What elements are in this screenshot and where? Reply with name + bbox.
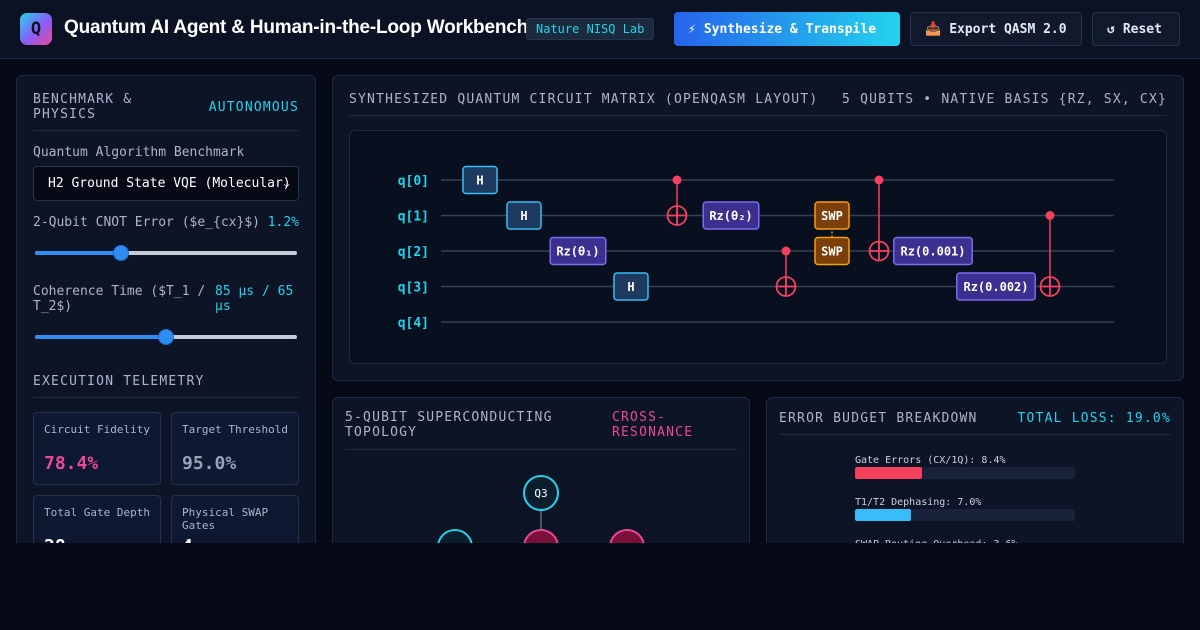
card-label: Total Gate Depth bbox=[44, 506, 150, 519]
slider-fill bbox=[35, 251, 122, 255]
coherence-label: Coherence Time ($T_1 / T_2$) bbox=[33, 284, 206, 314]
topology-panel: 5-QUBIT SUPERCONDUCTING TOPOLOGY CROSS-R… bbox=[332, 397, 750, 560]
cnot-control-dot bbox=[874, 175, 884, 185]
bottom-fill bbox=[0, 543, 1200, 630]
divider bbox=[33, 397, 299, 398]
cnot-control-dot bbox=[1045, 211, 1055, 220]
swap-gate-label: SWP bbox=[821, 245, 843, 259]
reset-label: Reset bbox=[1122, 21, 1162, 37]
error-bar-track bbox=[855, 509, 1075, 521]
circuit-title: SYNTHESIZED QUANTUM CIRCUIT MATRIX (OPEN… bbox=[349, 92, 819, 107]
download-tray-icon: 📥 bbox=[925, 21, 942, 37]
coherence-value: 85 μs / 65 μs bbox=[215, 284, 294, 314]
circuit-panel: SYNTHESIZED QUANTUM CIRCUIT MATRIX (OPEN… bbox=[332, 75, 1184, 381]
swap-gate-label: SWP bbox=[821, 209, 843, 223]
benchmark-section-title: BENCHMARK & PHYSICS bbox=[33, 92, 133, 122]
telemetry-section-title: EXECUTION TELEMETRY bbox=[33, 374, 205, 389]
rz-gate-label: Rz(θ₁) bbox=[556, 245, 599, 259]
card-value: 95.0% bbox=[182, 453, 237, 474]
reset-icon: ↺ bbox=[1107, 21, 1115, 37]
h-gate-label: H bbox=[627, 280, 634, 294]
rz-gate-label: Rz(0.001) bbox=[900, 245, 965, 259]
synthesize-label: Synthesize & Transpile bbox=[703, 21, 877, 37]
divider bbox=[33, 130, 299, 131]
error-budget-panel: ERROR BUDGET BREAKDOWN TOTAL LOSS: 19.0%… bbox=[766, 397, 1184, 563]
h-gate-label: H bbox=[520, 209, 527, 223]
app-logo: Q bbox=[20, 13, 52, 45]
qubit-label: q[0] bbox=[398, 174, 429, 189]
cnot-control-dot bbox=[672, 175, 682, 185]
topology-title: 5-QUBIT SUPERCONDUCTING TOPOLOGY bbox=[345, 410, 553, 440]
app-header: Q Quantum AI Agent & Human-in-the-Loop W… bbox=[0, 0, 1200, 59]
lab-badge: Nature NISQ Lab bbox=[526, 18, 655, 40]
coherence-slider[interactable] bbox=[35, 329, 297, 345]
algorithm-label: Quantum Algorithm Benchmark bbox=[33, 145, 245, 160]
cnot-error-value: 1.2% bbox=[267, 215, 299, 230]
qubit-label: q[1] bbox=[398, 210, 429, 225]
export-label: Export QASM 2.0 bbox=[949, 21, 1067, 37]
circuit-diagram: q[0] q[1] q[2] q[3] q[4] H H Rz(θ₁) H Rz(θ₂) SWP SW… bbox=[398, 165, 1114, 331]
h-gate-label: H bbox=[476, 174, 483, 188]
algorithm-select-value: H2 Ground State VQE (Molecular) bbox=[48, 176, 291, 191]
mode-indicator: AUTONOMOUS bbox=[208, 100, 299, 115]
divider bbox=[349, 115, 1167, 116]
divider bbox=[779, 434, 1171, 435]
synthesize-transpile-button[interactable]: ⚡ Synthesize & Transpile bbox=[674, 12, 900, 46]
benchmark-physics-panel: BENCHMARK & PHYSICS AUTONOMOUS Quantum A… bbox=[16, 75, 316, 568]
error-budget-title: ERROR BUDGET BREAKDOWN bbox=[779, 411, 978, 426]
lightning-icon: ⚡ bbox=[688, 21, 696, 37]
error-bar-fill bbox=[855, 509, 911, 521]
reset-button[interactable]: ↺ Reset bbox=[1092, 12, 1180, 46]
card-label: Target Threshold bbox=[182, 423, 288, 436]
error-bar-label: T1/T2 Dephasing: 7.0% bbox=[855, 497, 982, 508]
error-bar-fill bbox=[855, 467, 923, 479]
app-title: Quantum AI Agent & Human-in-the-Loop Wor… bbox=[64, 17, 529, 38]
algorithm-select[interactable]: H2 Ground State VQE (Molecular) ⌵ bbox=[33, 166, 299, 201]
slider-thumb[interactable] bbox=[158, 329, 174, 345]
qubit-label: q[3] bbox=[398, 281, 429, 296]
total-loss-value: TOTAL LOSS: 19.0% bbox=[1017, 411, 1171, 426]
circuit-canvas: q[0] q[1] q[2] q[3] q[4] H H Rz(θ₁) H Rz(θ₂) SWP SW… bbox=[349, 130, 1167, 364]
card-value: 78.4% bbox=[44, 453, 99, 474]
cnot-error-slider[interactable] bbox=[35, 245, 297, 261]
export-qasm-button[interactable]: 📥 Export QASM 2.0 bbox=[910, 12, 1082, 46]
error-bar-track bbox=[855, 467, 1075, 479]
threshold-card: Target Threshold 95.0% bbox=[171, 412, 299, 485]
error-bar-label: Gate Errors (CX/1Q): 8.4% bbox=[855, 455, 1006, 466]
qubit-label: q[2] bbox=[398, 245, 429, 260]
card-label: Physical SWAP Gates bbox=[182, 506, 269, 532]
chevron-down-icon: ⌵ bbox=[283, 177, 290, 190]
cnot-control-dot bbox=[781, 246, 791, 256]
circuit-subtitle: 5 QUBITS • NATIVE BASIS {RZ, SX, CX} bbox=[842, 92, 1167, 107]
qubit-node-label: Q3 bbox=[534, 487, 547, 500]
card-label: Circuit Fidelity bbox=[44, 423, 150, 436]
cnot-error-label: 2-Qubit CNOT Error ($e_{cx}$) bbox=[33, 215, 260, 230]
fidelity-card: Circuit Fidelity 78.4% bbox=[33, 412, 161, 485]
slider-fill bbox=[35, 335, 166, 339]
logo-letter: Q bbox=[30, 19, 42, 39]
qubit-label: q[4] bbox=[398, 316, 429, 331]
rz-gate-label: Rz(θ₂) bbox=[709, 209, 752, 223]
slider-thumb[interactable] bbox=[113, 245, 130, 261]
rz-gate-label: Rz(0.002) bbox=[963, 280, 1028, 294]
topology-tag: CROSS-RESONANCE bbox=[612, 410, 694, 440]
